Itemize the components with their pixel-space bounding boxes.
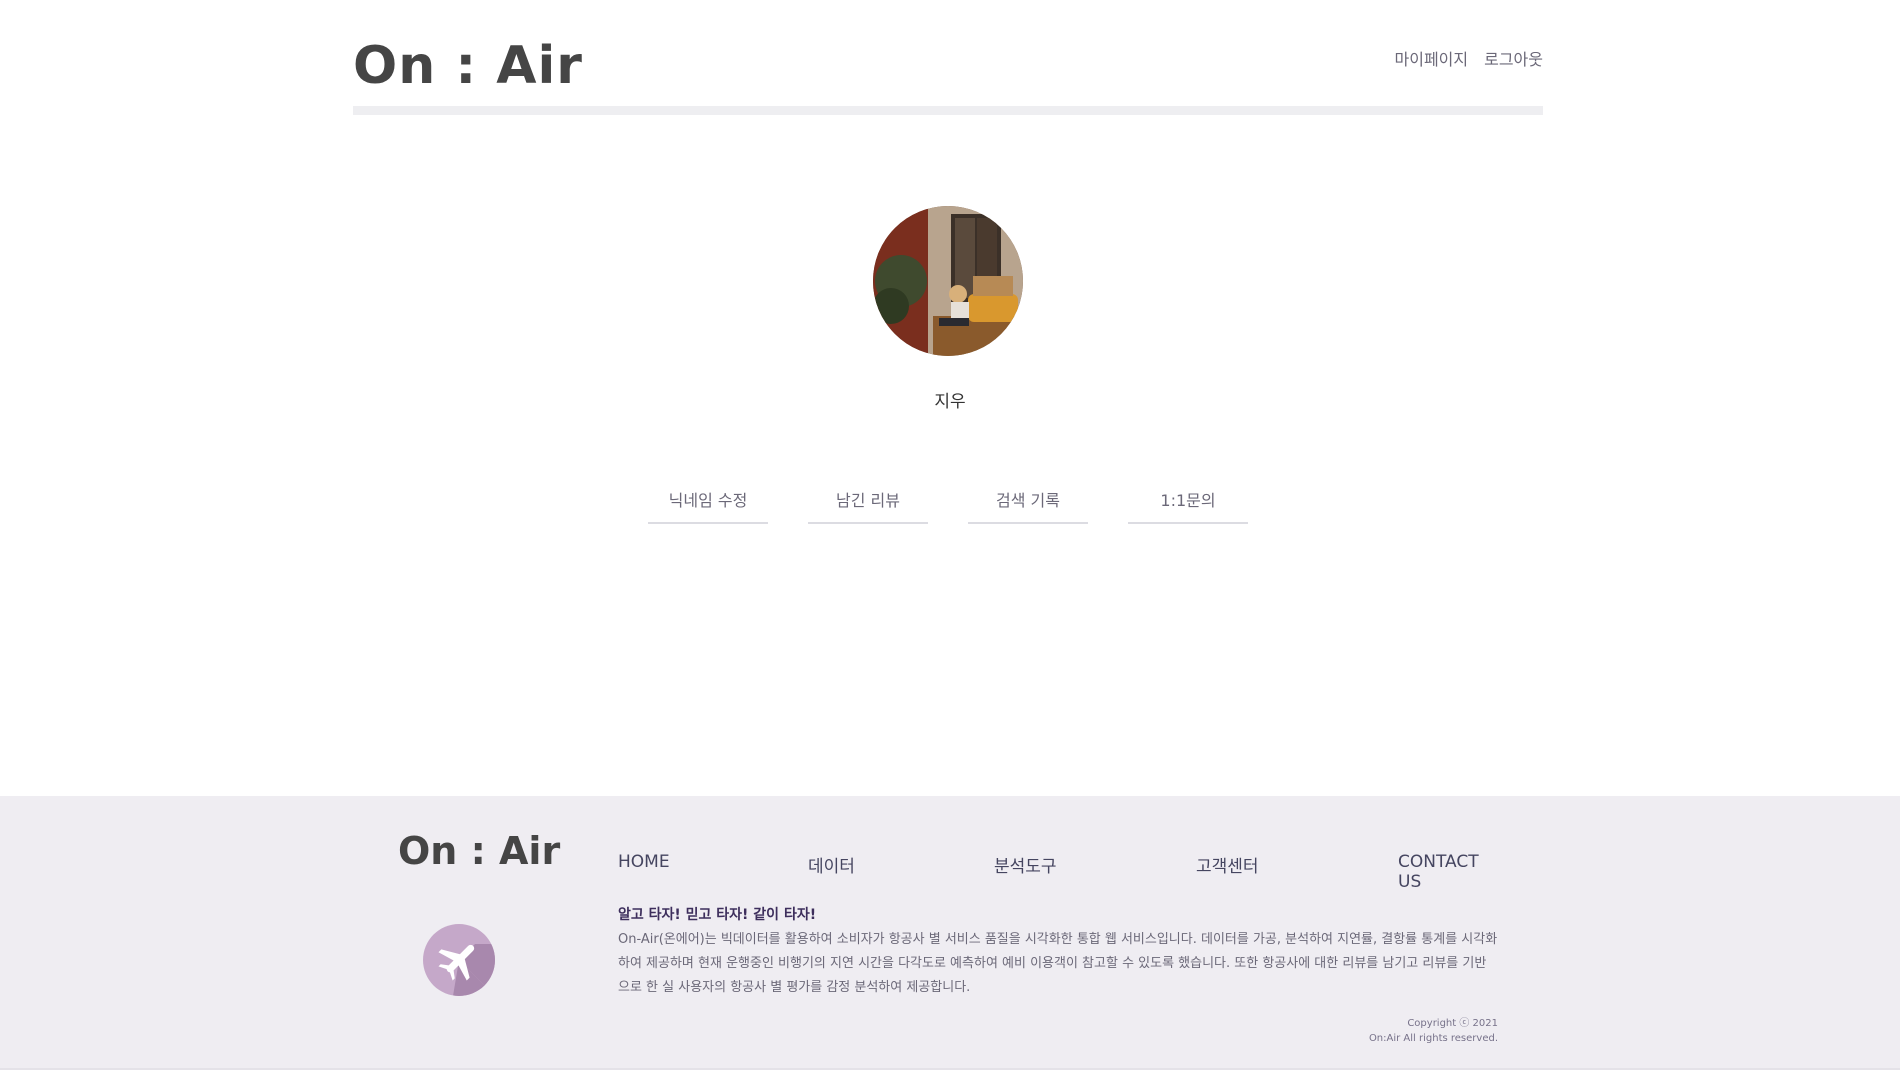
site-footer: On : Air HOME 데이터 분석도구 고객센터 CONTACT US 알…	[0, 796, 1900, 1070]
header-divider	[353, 106, 1543, 115]
tab-my-reviews[interactable]: 남긴 리뷰	[808, 490, 928, 524]
footer-nav: HOME 데이터 분석도구 고객센터 CONTACT US	[618, 852, 1498, 892]
avatar	[873, 206, 1023, 356]
footer-nav-home[interactable]: HOME	[618, 852, 670, 872]
footer-description: On-Air(온에어)는 빅데이터를 활용하여 소비자가 항공사 별 서비스 품…	[618, 932, 1498, 995]
page: On : Air 마이페이지 로그아웃 지우 닉네임 수정 남긴 리뷰 검색 기…	[0, 0, 1900, 1070]
footer-logo[interactable]: On : Air	[398, 832, 560, 870]
footer-slogan: 알고 타자! 믿고 타자! 같이 타자!	[618, 907, 817, 923]
footer-nav-analysis[interactable]: 분석도구	[994, 852, 1057, 877]
copyright-year: Copyright ⓒ 2021	[1407, 1018, 1498, 1029]
footer-nav-support[interactable]: 고객센터	[1196, 852, 1259, 877]
tab-search-history[interactable]: 검색 기록	[968, 490, 1088, 524]
copyright: Copyright ⓒ 2021 On:Air All rights reser…	[1369, 1016, 1498, 1046]
tab-inquiry[interactable]: 1:1문의	[1128, 490, 1248, 524]
tab-edit-nickname[interactable]: 닉네임 수정	[648, 490, 768, 524]
footer-nav-data[interactable]: 데이터	[808, 852, 855, 877]
footer-nav-contact[interactable]: CONTACT US	[1398, 852, 1498, 892]
site-header: On : Air 마이페이지 로그아웃	[353, 0, 1543, 115]
top-nav: 마이페이지 로그아웃	[1395, 46, 1544, 70]
mypage-tabs: 닉네임 수정 남긴 리뷰 검색 기록 1:1문의	[648, 490, 1248, 524]
site-logo[interactable]: On : Air	[353, 40, 583, 92]
logout-link[interactable]: 로그아웃	[1484, 46, 1543, 70]
airplane-icon	[423, 924, 495, 996]
mypage-link[interactable]: 마이페이지	[1395, 46, 1469, 70]
profile-nickname: 지우	[934, 392, 966, 412]
copyright-rights: On:Air All rights reserved.	[1368, 1033, 1498, 1044]
